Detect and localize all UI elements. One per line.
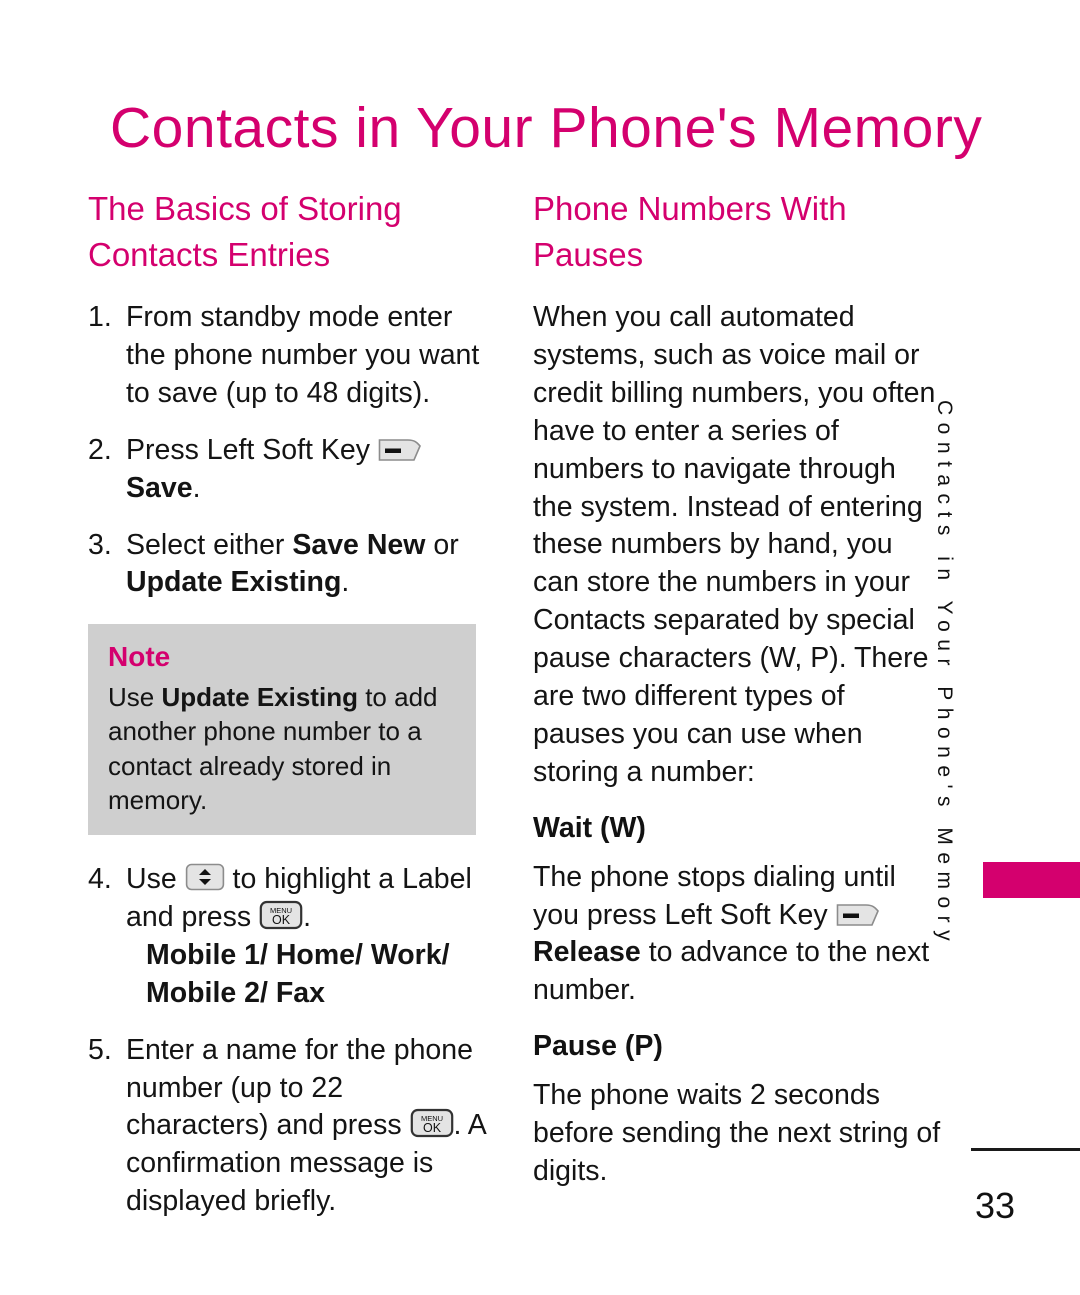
side-tab-marker (983, 862, 1080, 898)
up-down-navigation-key-icon (185, 862, 225, 892)
footer-divider (971, 1148, 1080, 1151)
list-item: 2. Press Left Soft Key Save. (88, 432, 488, 508)
step-number: 5. (88, 1033, 112, 1066)
step-number: 3. (88, 528, 112, 561)
note-text-before: Use (108, 681, 155, 712)
step-emphasis: Save (126, 471, 193, 504)
svg-text:OK: OK (423, 1121, 442, 1135)
note-box: Note Use Update Existing to add another … (88, 624, 476, 836)
side-tab-label: Contacts in Your Phone's Memory (933, 400, 956, 949)
section-heading-basics: The Basics of Storing Contacts Entries (88, 190, 402, 273)
step-text-tail: . (192, 471, 201, 504)
pause-paragraph: The phone waits 2 seconds before sending… (533, 1079, 941, 1187)
list-item: 4. Use to highlight a Label and press ME… (88, 861, 488, 1013)
step-text-tail: . (341, 566, 350, 599)
subheading-pause: Pause (P) (533, 1030, 663, 1063)
note-body: Use Update Existing to add another phone… (108, 680, 456, 817)
list-item: 3. Select either Save New or Update Exis… (88, 527, 488, 603)
step-number: 2. (88, 433, 112, 466)
note-title: Note (108, 641, 171, 673)
manual-page: Contacts in Your Phone's Memory The Basi… (0, 0, 1080, 1295)
label-options-line-2: Mobile 2/ Fax (146, 976, 325, 1009)
left-soft-key-icon (378, 437, 422, 463)
step-text: Use (126, 863, 177, 896)
step-text: Press Left Soft Key (126, 433, 370, 466)
menu-ok-key-icon: MENU OK (410, 1108, 454, 1138)
page-number: 33 (974, 1185, 1016, 1226)
left-soft-key-icon (836, 902, 880, 928)
wait-paragraph: The phone stops dialing until you press … (533, 859, 943, 1011)
step-number: 4. (88, 863, 112, 896)
step-emphasis-update-existing: Update Existing (126, 566, 342, 599)
list-item: 1. From standby mode enter the phone num… (88, 299, 488, 413)
page-title: Contacts in Your Phone's Memory (110, 96, 983, 161)
step-text-tail: . (303, 901, 312, 934)
step-number: 1. (88, 301, 112, 334)
subheading-wait: Wait (W) (533, 811, 646, 844)
menu-ok-key-icon: MENU OK (259, 900, 303, 930)
right-column: Phone Numbers With Pauses When you call … (533, 186, 943, 1211)
step-text: From standby mode enter the phone number… (126, 301, 480, 409)
step-text: Select either (126, 528, 285, 561)
note-emphasis: Update Existing (161, 681, 358, 712)
label-options-line-1: Mobile 1/ Home/ Work/ (146, 938, 450, 971)
intro-paragraph: When you call automated systems, such as… (533, 301, 936, 788)
left-column: The Basics of Storing Contacts Entries 1… (88, 186, 488, 1240)
svg-text:OK: OK (272, 913, 291, 927)
wait-emphasis-release: Release (533, 936, 641, 969)
list-item: 5. Enter a name for the phone number (up… (88, 1032, 488, 1221)
step-emphasis-save-new: Save New (292, 528, 426, 561)
section-heading-pauses: Phone Numbers With Pauses (533, 190, 847, 273)
step-text-middle: or (433, 528, 459, 561)
